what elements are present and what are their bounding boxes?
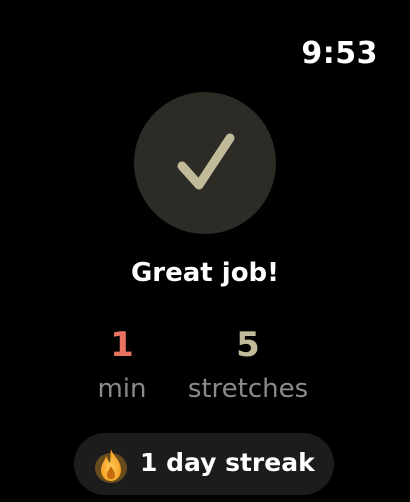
streak-label: 1 day streak [140,448,315,477]
minutes-stat: 1 min [82,325,162,407]
stretches-stat: 5 stretches [176,325,320,407]
streak-button[interactable]: 1 day streak [74,433,334,495]
minutes-value: 1 [110,325,134,365]
stretches-value: 5 [236,325,260,365]
minutes-unit: min [97,374,147,404]
stretches-unit: stretches [187,374,309,404]
flame-icon [95,449,127,483]
checkmark-icon [177,133,235,190]
status-time: 9:53 [301,36,378,71]
completion-badge [134,92,276,234]
page-title: Great job! [130,258,280,288]
